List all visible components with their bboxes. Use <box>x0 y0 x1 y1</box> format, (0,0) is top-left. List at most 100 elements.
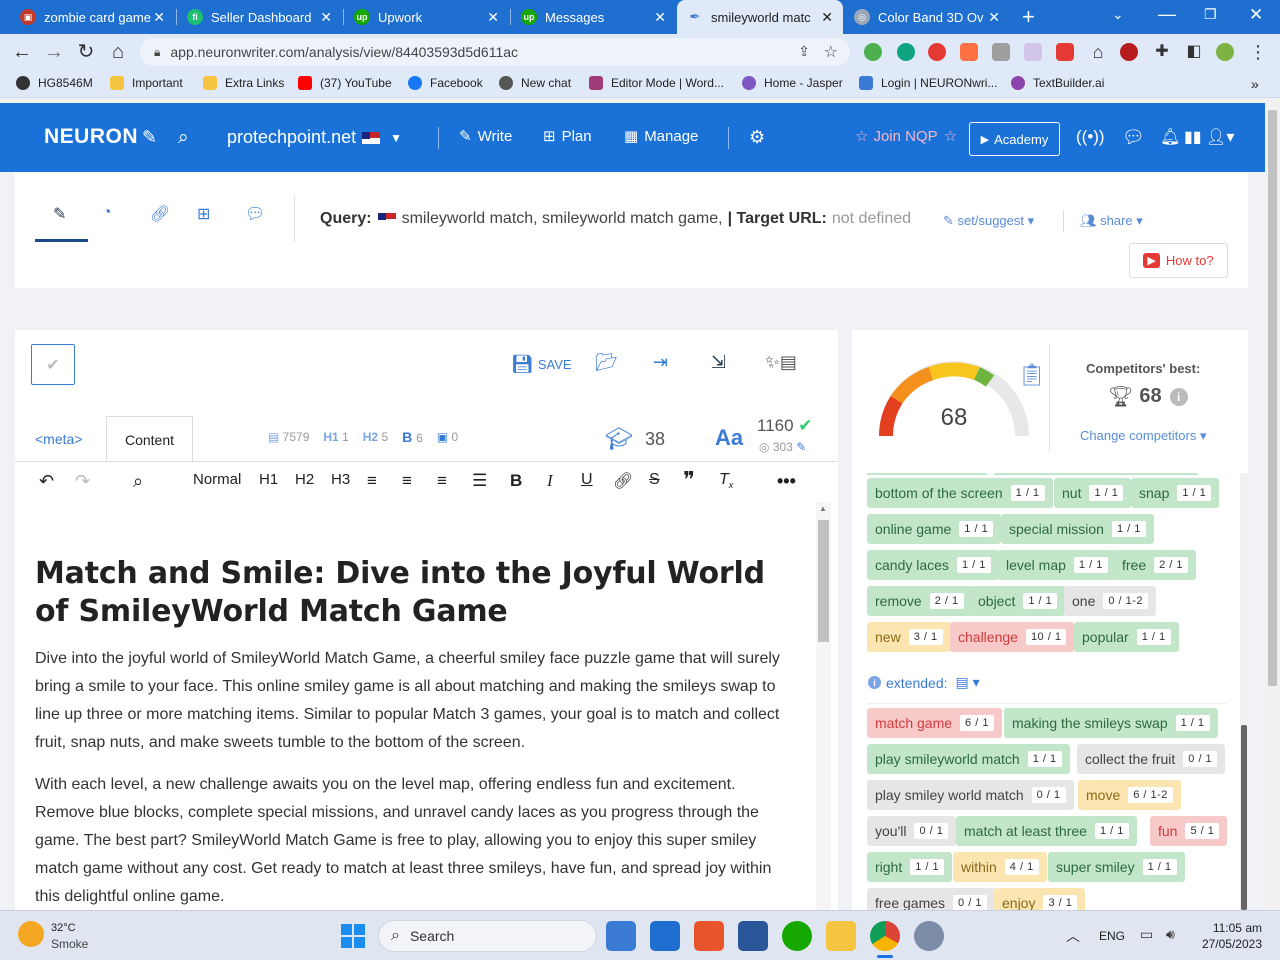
import-icon[interactable]: ⇲ <box>711 352 726 373</box>
chrome-icon[interactable] <box>870 921 900 951</box>
bookmark-item[interactable]: Important <box>110 76 183 90</box>
font-size-icon[interactable]: Aa <box>715 425 743 451</box>
link-icon[interactable]: 🔗︎ <box>150 204 170 224</box>
settings-gear-icon[interactable]: ⚙ <box>749 127 765 148</box>
broadcast-icon[interactable]: ((•)) <box>1076 127 1105 147</box>
office-icon[interactable] <box>694 921 724 951</box>
nav-write[interactable]: ✎ Write <box>459 127 512 146</box>
scrollbar-thumb[interactable] <box>1268 110 1277 686</box>
close-icon[interactable]: ✕ <box>988 9 1000 26</box>
term-chip[interactable]: collect the fruit 0 / 1 <box>1077 744 1226 774</box>
bookmark-item[interactable]: Editor Mode | Word... <box>589 76 724 90</box>
bookmark-item[interactable]: (37) YouTube <box>298 76 392 90</box>
term-chip[interactable]: challenge 10 / 1 <box>950 622 1075 652</box>
term-chip[interactable]: object 1 / 1 <box>970 586 1066 616</box>
neuron-logo[interactable]: NEURON ✎ <box>44 125 158 149</box>
term-chip[interactable]: nut 1 / 1 <box>1054 478 1132 508</box>
tab-seller-dashboard[interactable]: fi Seller Dashboard ✕ <box>177 0 342 34</box>
forward-icon[interactable]: → <box>42 40 66 64</box>
mail-icon[interactable] <box>650 921 680 951</box>
clock-time[interactable]: 11:05 am <box>1212 921 1262 935</box>
underline-icon[interactable]: U <box>581 471 593 489</box>
set-suggest-link[interactable]: ✎ set/suggest ▾ <box>943 213 1034 229</box>
term-chip[interactable]: super smiley 1 / 1 <box>1048 852 1185 882</box>
article-title[interactable]: Match and Smile: Dive into the Joyful Wo… <box>35 555 795 631</box>
puzzle-icon[interactable]: ✚ <box>1150 40 1174 64</box>
term-chip[interactable]: free 2 / 1 <box>1114 550 1197 580</box>
windows-start-icon[interactable] <box>341 924 365 948</box>
sidebar-icon[interactable]: ◧ <box>1182 40 1206 64</box>
tab-smileyworld-match[interactable]: ✒ smileyworld match ✕ <box>677 0 843 34</box>
share-link[interactable]: 👥︎ share ▾ <box>1080 213 1143 229</box>
term-chip[interactable]: enjoy 3 / 1 <box>994 888 1086 910</box>
extension-icon[interactable] <box>992 43 1010 61</box>
term-chip[interactable]: you'll 0 / 1 <box>867 816 957 846</box>
tab-color-band[interactable]: ◎ Color Band 3D Ove ✕ <box>844 0 1010 34</box>
term-chip[interactable]: candy laces 1 / 1 <box>867 550 999 580</box>
nav-manage[interactable]: ▦ Manage <box>624 127 698 146</box>
bookmark-star-icon[interactable]: ☆ <box>824 42 838 62</box>
article-paragraph[interactable]: Dive into the joyful world of SmileyWorl… <box>35 645 795 757</box>
bookmark-item[interactable]: HG8546M <box>16 76 93 90</box>
quote-icon[interactable]: ❞ <box>683 467 695 493</box>
reload-icon[interactable]: ↻ <box>74 40 98 64</box>
back-icon[interactable]: ← <box>10 40 34 64</box>
bold-icon[interactable]: B <box>510 471 522 491</box>
term-chip[interactable]: level map 1 / 1 <box>998 550 1116 580</box>
close-icon[interactable]: ✕ <box>320 9 332 26</box>
extension-icon[interactable] <box>897 43 915 61</box>
extension-icon[interactable] <box>864 43 882 61</box>
upwork-icon[interactable] <box>782 921 812 951</box>
strikethrough-icon[interactable]: S <box>649 471 660 489</box>
volume-icon[interactable]: 🔊︎ <box>1166 926 1175 943</box>
link-icon[interactable]: 🔗︎ <box>613 471 633 491</box>
italic-icon[interactable]: I <box>547 471 553 491</box>
align-left-icon[interactable]: ≡ <box>367 471 377 491</box>
extension-icon[interactable] <box>928 43 946 61</box>
undo-icon[interactable]: ↶ <box>39 471 54 492</box>
info-icon[interactable]: i <box>1169 387 1188 406</box>
change-competitors-link[interactable]: Change competitors ▾ <box>1080 428 1206 444</box>
tab-meta[interactable]: <meta> <box>35 431 82 447</box>
format-h3[interactable]: H3 <box>331 471 350 488</box>
chevron-up-icon[interactable]: ︿ <box>1066 926 1080 946</box>
pie-chart-icon[interactable]: ◔ <box>102 204 112 222</box>
extension-icon[interactable] <box>960 43 978 61</box>
extension-icon[interactable] <box>1120 43 1138 61</box>
user-menu-icon[interactable]: 👤︎▾ <box>1206 127 1234 147</box>
extension-icon[interactable] <box>1024 43 1042 61</box>
home-extension-icon[interactable]: ⌂ <box>1086 40 1110 64</box>
align-right-icon[interactable]: ≡ <box>437 471 447 491</box>
weather-sun-icon[interactable] <box>18 921 44 947</box>
app-icon[interactable] <box>914 921 944 951</box>
format-normal[interactable]: Normal <box>193 471 241 488</box>
chat-icon[interactable]: 💬︎ <box>1122 127 1145 148</box>
close-icon[interactable]: ✕ <box>153 9 165 26</box>
save-button[interactable]: 💾︎ SAVE <box>511 354 572 375</box>
feather-tab-icon[interactable]: ✎ <box>53 204 66 224</box>
term-chip[interactable]: online game 1 / 1 <box>867 514 1002 544</box>
menu-dots-icon[interactable]: ⋮ <box>1246 40 1270 64</box>
term-chip[interactable]: one 0 / 1-2 <box>1064 586 1157 616</box>
align-justify-icon[interactable]: ☰ <box>472 471 487 491</box>
how-to-button[interactable]: ▶ How to? <box>1129 243 1228 278</box>
term-chip[interactable]: fun 5 / 1 <box>1150 816 1228 846</box>
term-chip[interactable]: bottom of the screen 1 / 1 <box>867 478 1053 508</box>
check-toggle-button[interactable]: ✔ <box>31 344 75 385</box>
tab-content[interactable]: Content <box>106 416 193 462</box>
term-chip[interactable]: special mission 1 / 1 <box>1001 514 1154 544</box>
bars-icon[interactable]: ▮▮ <box>1184 127 1202 147</box>
redo-icon[interactable]: ↷ <box>75 471 90 492</box>
editor-content[interactable]: Match and Smile: Dive into the Joyful Wo… <box>15 503 815 910</box>
term-chip[interactable]: play smiley world match 0 / 1 <box>867 780 1074 810</box>
extended-section-header[interactable]: i extended: ▤ ▾ <box>868 674 980 691</box>
export-icon[interactable]: ⇥ <box>653 352 668 373</box>
term-chip[interactable]: match game 6 / 1 <box>867 708 1002 738</box>
term-chip[interactable]: popular 1 / 1 <box>1074 622 1179 652</box>
tab-messages[interactable]: up Messages ✕ <box>511 0 676 34</box>
minimize-button[interactable]: — <box>1158 4 1176 25</box>
share-page-icon[interactable]: ⇪ <box>798 43 810 60</box>
term-chip[interactable]: play smileyworld match 1 / 1 <box>867 744 1070 774</box>
scrollbar-thumb[interactable] <box>1241 725 1247 910</box>
bookmark-item[interactable]: TextBuilder.ai <box>1011 76 1104 90</box>
